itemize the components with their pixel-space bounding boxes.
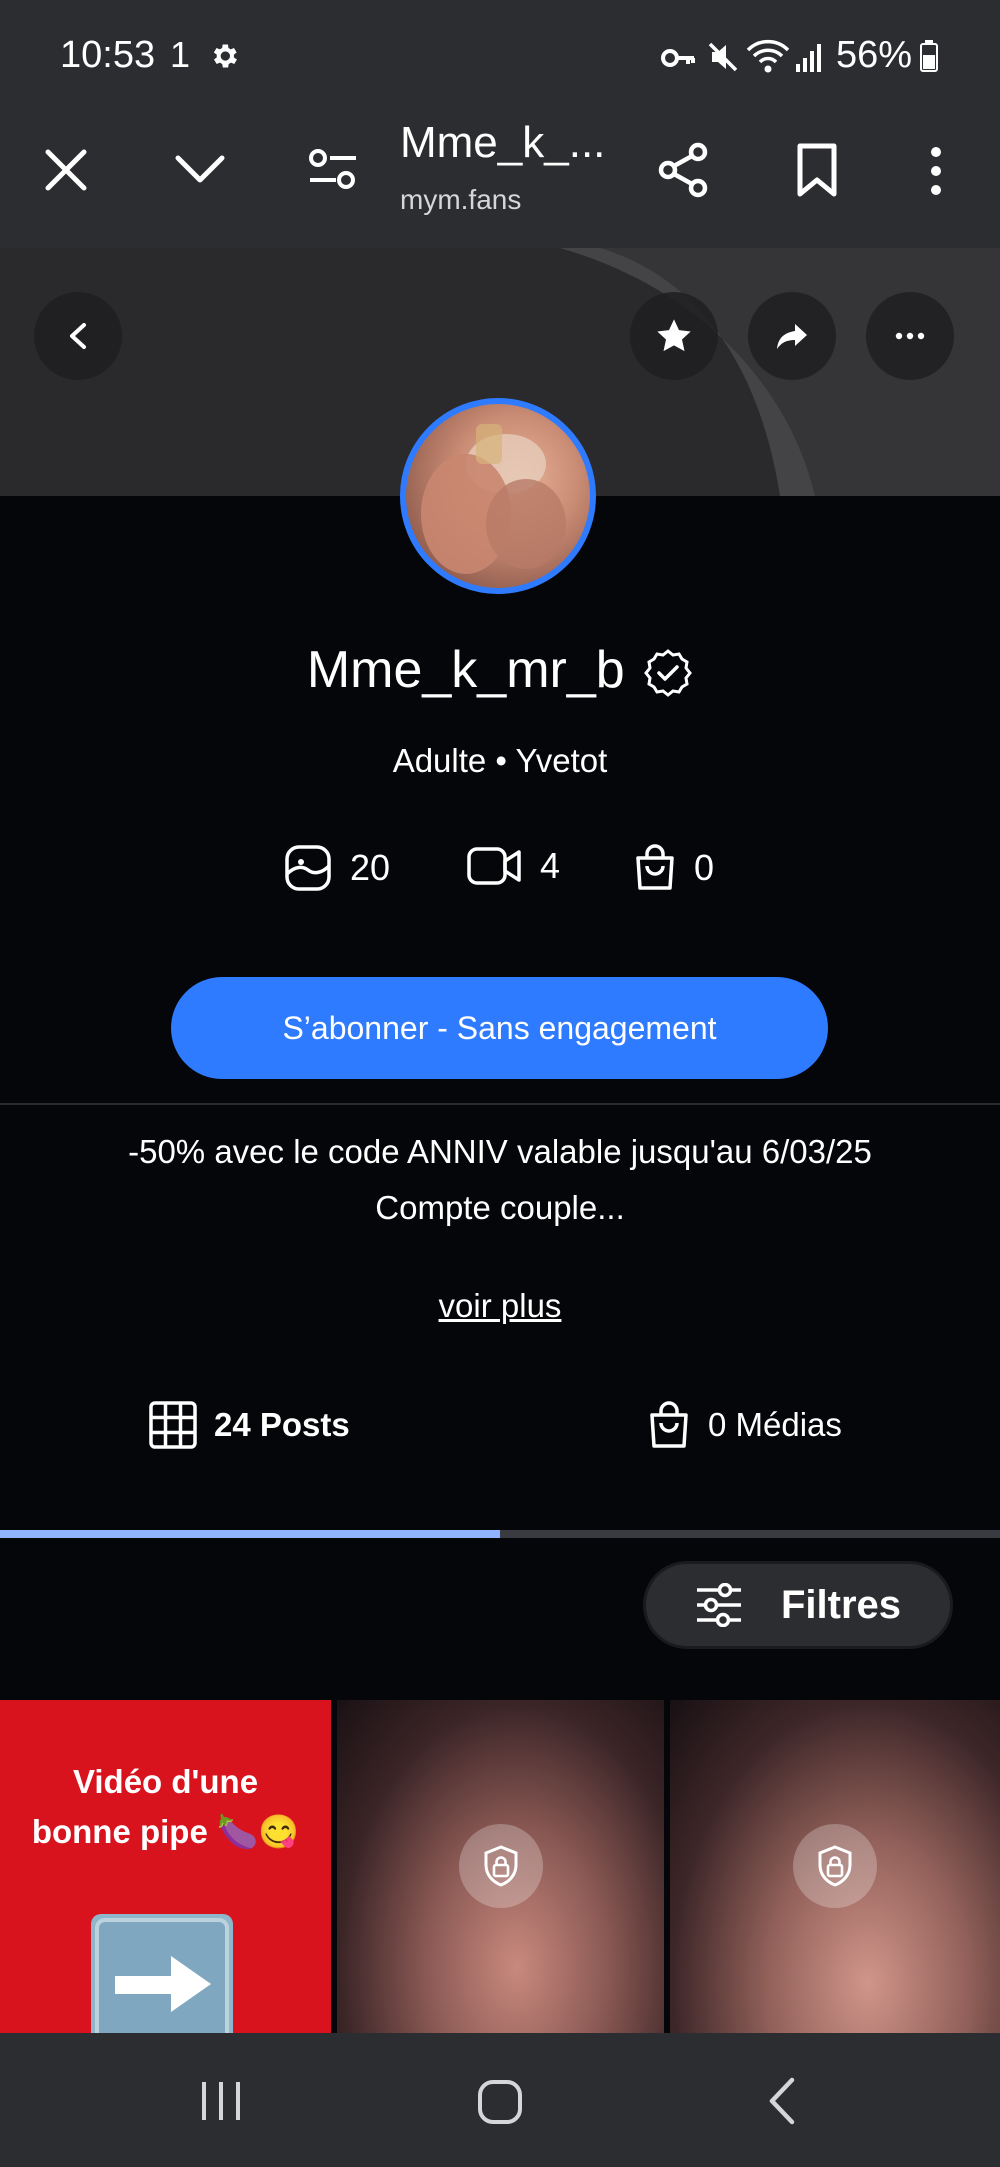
grid-icon	[149, 1401, 197, 1449]
more-horizontal-icon	[895, 332, 925, 340]
battery-icon	[920, 40, 938, 72]
share-icon[interactable]	[656, 142, 712, 198]
chevron-left-icon	[70, 323, 86, 349]
more-vertical-icon[interactable]	[924, 146, 948, 196]
back-nav-icon[interactable]	[764, 2076, 798, 2126]
photos-stat: 20	[284, 844, 390, 892]
locked-post-tile[interactable]	[337, 1700, 664, 2033]
key-icon	[660, 44, 696, 72]
favorite-button[interactable]	[630, 292, 718, 380]
divider	[0, 1103, 1000, 1105]
site-settings-icon[interactable]	[308, 148, 358, 192]
mute-icon	[706, 40, 740, 74]
profile-name-row: Mme_k_mr_b	[0, 640, 1000, 700]
products-count: 0	[694, 847, 715, 888]
shopping-bag-icon	[636, 844, 674, 890]
status-notification-count: 1	[170, 34, 191, 75]
see-more-label[interactable]: voir plus	[439, 1287, 562, 1324]
tab-medias-label[interactable]: 0 Médias	[708, 1406, 842, 1444]
avatar	[400, 398, 596, 594]
wifi-icon	[746, 38, 790, 74]
lock-icon	[793, 1824, 877, 1908]
gear-icon	[208, 40, 240, 72]
right-arrow-icon	[91, 1914, 233, 2033]
tab-posts-label[interactable]: 24 Posts	[214, 1406, 350, 1444]
videos-count: 4	[540, 845, 561, 886]
forward-arrow-icon	[777, 324, 807, 349]
tab-medias[interactable]: 0 Médias	[648, 1400, 842, 1450]
tab-url[interactable]: mym.fans	[400, 184, 521, 216]
photo-icon	[285, 845, 331, 891]
photos-count: 20	[350, 847, 391, 888]
products-stat: 0	[634, 844, 714, 892]
bio-promo-text: -50% avec le code ANNIV valable jusqu'au…	[128, 1133, 872, 1170]
back-button[interactable]	[34, 292, 122, 380]
filters-label[interactable]: Filtres	[781, 1583, 901, 1628]
subscribe-button[interactable]: S’abonner - Sans engagement	[171, 977, 828, 1079]
lock-icon	[459, 1824, 543, 1908]
star-icon	[657, 319, 691, 352]
locked-post-tile[interactable]	[670, 1700, 1000, 2033]
filters-button[interactable]: Filtres	[643, 1561, 953, 1649]
media-grid: Vidéo d'une bonne pipe 🍆😋	[0, 1700, 1000, 2033]
home-icon[interactable]	[476, 2078, 524, 2126]
profile-name: Mme_k_mr_b	[306, 641, 625, 699]
chevron-down-icon[interactable]	[174, 154, 226, 186]
more-options-button[interactable]	[866, 292, 954, 380]
signal-icon	[794, 42, 824, 74]
tab-indicator-active	[0, 1530, 500, 1538]
videos-stat: 4	[466, 844, 560, 888]
status-time: 10:53	[60, 34, 156, 76]
sliders-icon	[696, 1583, 741, 1627]
bio-description-text: Compte couple...	[375, 1189, 625, 1226]
bookmark-icon[interactable]	[796, 142, 838, 198]
tab-title: Mme_k_...	[400, 118, 606, 167]
tab-posts[interactable]: 24 Posts	[148, 1400, 350, 1450]
see-more-link[interactable]: voir plus	[0, 1287, 1000, 1325]
post-caption-line1: Vidéo d'une	[72, 1763, 259, 1800]
shopping-bag-icon	[650, 1401, 688, 1448]
close-icon[interactable]	[44, 148, 88, 192]
profile-subtitle: Adulte • Yvetot	[392, 742, 608, 779]
recent-apps-icon[interactable]	[198, 2078, 244, 2124]
post-caption-line2: bonne pipe 🍆😋	[31, 1813, 300, 1850]
video-camera-icon	[467, 847, 521, 885]
verified-badge-icon	[643, 648, 693, 698]
post-tile[interactable]: Vidéo d'une bonne pipe 🍆😋	[0, 1700, 331, 2033]
share-profile-button[interactable]	[748, 292, 836, 380]
battery-percentage: 56%	[836, 34, 913, 76]
